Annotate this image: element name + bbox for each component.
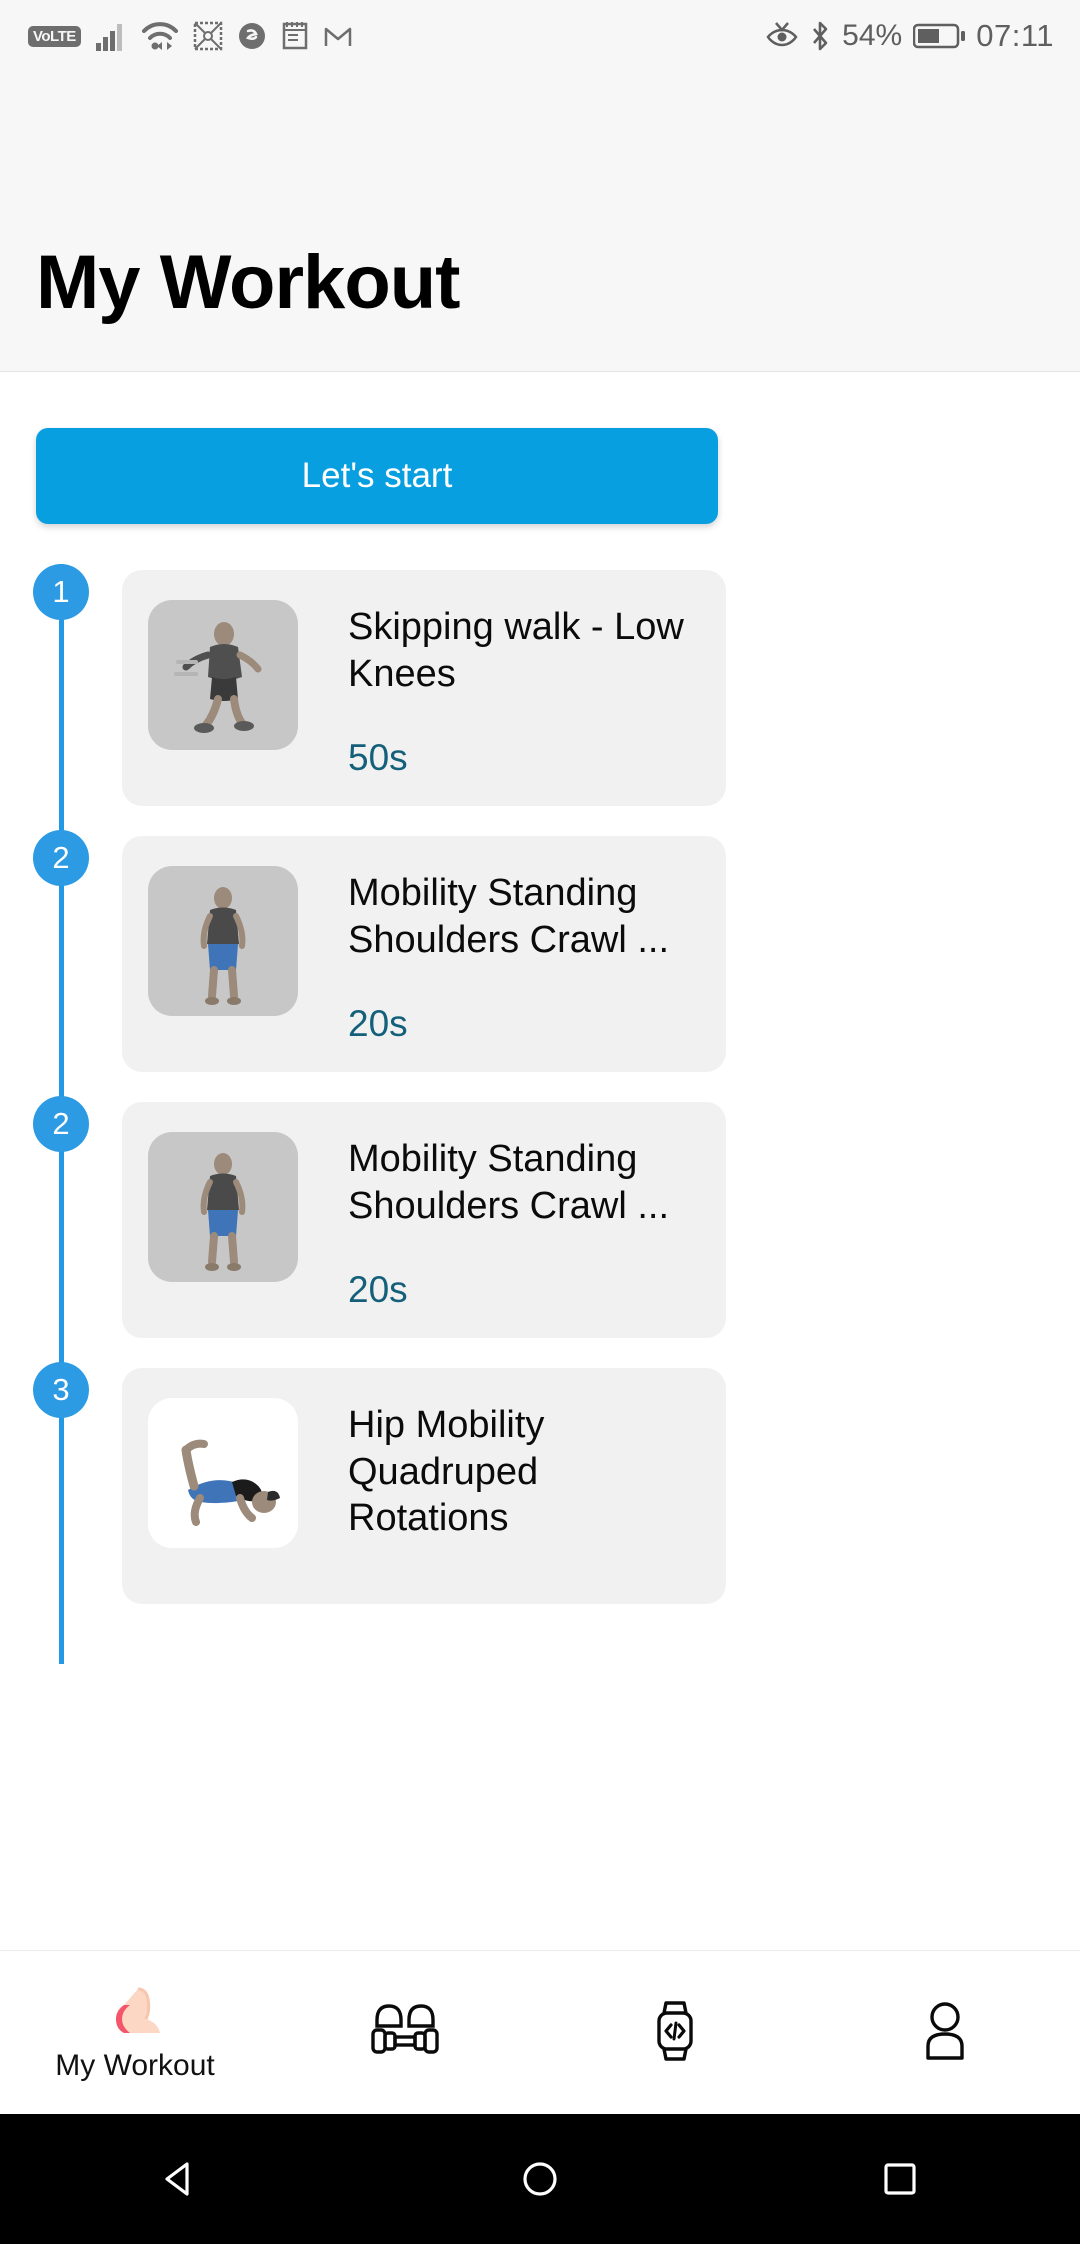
- battery-percent-label: 54%: [842, 19, 903, 52]
- status-bar-left: VoLTE: [28, 21, 353, 51]
- standing-shoulders-crawl-figure: [200, 1153, 246, 1271]
- skipping-walk-figure: [174, 622, 262, 733]
- person-icon: [918, 2000, 972, 2062]
- clock-label: 07:11: [976, 18, 1054, 53]
- status-bar: VoLTE 54% 07:11: [0, 0, 1080, 72]
- bluetooth-icon: [809, 20, 831, 52]
- smartwatch-code-icon: [647, 2000, 703, 2062]
- exercise-card[interactable]: Hip Mobility Quadruped Rotations: [122, 1368, 726, 1604]
- exercise-card[interactable]: Mobility Standing Shoulders Crawl ... 20…: [122, 1102, 726, 1338]
- page-header: My Workout: [0, 72, 1080, 372]
- recents-icon[interactable]: [877, 2156, 923, 2202]
- nav-item-exercises[interactable]: [270, 2000, 540, 2066]
- battery-icon: [913, 22, 966, 50]
- exercise-duration: 20s: [348, 1003, 408, 1045]
- notes-icon: [281, 21, 309, 51]
- workout-content: Let's start 1 2 2 3 Skipping walk - Low …: [0, 372, 1080, 1950]
- exercise-info: Hip Mobility Quadruped Rotations: [348, 1398, 700, 1582]
- nav-item-profile[interactable]: [810, 2000, 1080, 2066]
- lets-start-button[interactable]: Let's start: [36, 428, 718, 524]
- nav-item-watch[interactable]: [540, 2000, 810, 2066]
- step-badge-1[interactable]: 1: [33, 564, 89, 620]
- lets-start-label: Let's start: [301, 456, 453, 495]
- android-navigation-bar: [0, 2114, 1080, 2244]
- exercise-thumbnail: [148, 866, 298, 1016]
- gmail-icon: [323, 23, 353, 49]
- winrar-icon: [193, 21, 223, 51]
- exercise-duration: 50s: [348, 737, 408, 779]
- nav-label-my-workout: My Workout: [55, 2048, 215, 2082]
- wifi-icon: [141, 21, 179, 51]
- exercise-title: Hip Mobility Quadruped Rotations: [348, 1404, 545, 1540]
- eye-comfort-icon: [766, 21, 798, 51]
- step-badge-3[interactable]: 2: [33, 1096, 89, 1152]
- page-title: My Workout: [36, 240, 460, 325]
- bottom-navigation: My Workout: [0, 1950, 1080, 2114]
- exercise-card[interactable]: Mobility Standing Shoulders Crawl ... 20…: [122, 836, 726, 1072]
- exercise-thumbnail: [148, 1132, 298, 1282]
- exercise-card[interactable]: Skipping walk - Low Knees 50s: [122, 570, 726, 806]
- dumbbell-icon: [367, 2000, 443, 2062]
- nav-item-my-workout[interactable]: My Workout: [0, 1983, 270, 2083]
- exercise-title: Skipping walk - Low Knees: [348, 606, 684, 695]
- volte-icon: VoLTE: [28, 25, 81, 47]
- status-bar-right: 54% 07:11: [766, 18, 1054, 54]
- shazam-icon: [237, 21, 267, 51]
- flexed-biceps-icon: [104, 1983, 166, 2045]
- app-screen: VoLTE 54% 07:11 My Workout Let's start 1…: [0, 0, 1080, 2244]
- exercise-thumbnail: [148, 600, 298, 750]
- exercise-info: Skipping walk - Low Knees 50s: [348, 600, 700, 779]
- exercise-info: Mobility Standing Shoulders Crawl ... 20…: [348, 1132, 700, 1311]
- step-badge-2[interactable]: 2: [33, 830, 89, 886]
- exercise-title: Mobility Standing Shoulders Crawl ...: [348, 1138, 670, 1227]
- hip-mobility-quadruped-figure: [181, 1439, 280, 1526]
- standing-shoulders-crawl-figure: [200, 887, 246, 1005]
- signal-icon: [95, 21, 127, 51]
- back-icon[interactable]: [157, 2156, 203, 2202]
- exercise-info: Mobility Standing Shoulders Crawl ... 20…: [348, 866, 700, 1045]
- exercise-title: Mobility Standing Shoulders Crawl ...: [348, 872, 670, 961]
- exercise-thumbnail: [148, 1398, 298, 1548]
- home-icon[interactable]: [517, 2156, 563, 2202]
- step-badge-4[interactable]: 3: [33, 1362, 89, 1418]
- exercise-duration: 20s: [348, 1269, 408, 1311]
